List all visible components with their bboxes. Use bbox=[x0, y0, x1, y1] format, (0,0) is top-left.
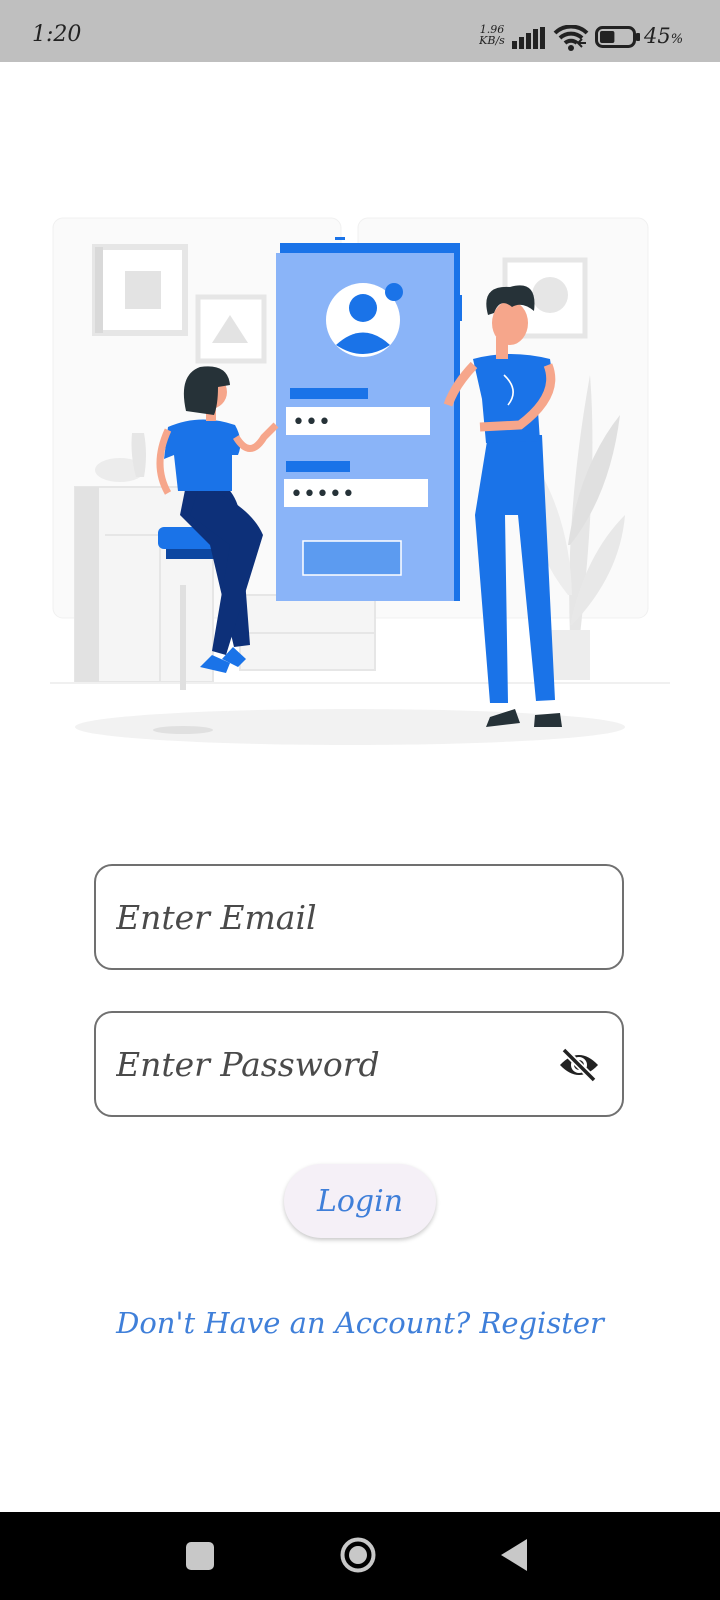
password-input[interactable] bbox=[116, 1013, 536, 1115]
illustration-password-dots: ••• bbox=[292, 410, 331, 435]
email-input[interactable] bbox=[116, 866, 536, 968]
illustration-password-dots-2: ••••• bbox=[290, 482, 355, 507]
recent-apps-icon[interactable] bbox=[186, 1542, 214, 1570]
status-time: 1:20 bbox=[32, 22, 82, 47]
network-speed: 1.96 KB/s bbox=[474, 24, 510, 46]
wifi-icon bbox=[553, 25, 589, 51]
password-field[interactable] bbox=[94, 1011, 624, 1117]
navigation-bar bbox=[0, 1512, 720, 1600]
login-screen: 1:20 1.96 KB/s 45% ••• ••••• Enter Email… bbox=[0, 0, 720, 1600]
home-icon[interactable] bbox=[339, 1536, 377, 1574]
login-illustration: ••• ••••• bbox=[50, 217, 670, 745]
battery-percent-unit: % bbox=[670, 32, 684, 47]
battery-percent: 45% bbox=[644, 24, 683, 48]
login-button[interactable]: Login bbox=[284, 1164, 436, 1238]
battery-icon bbox=[595, 26, 640, 48]
back-icon[interactable] bbox=[500, 1538, 528, 1572]
network-speed-unit: KB/s bbox=[479, 34, 505, 47]
battery-percent-value: 45 bbox=[644, 24, 671, 48]
register-link[interactable]: Don't Have an Account? Register bbox=[0, 1306, 720, 1340]
status-bar: 1:20 1.96 KB/s 45% bbox=[0, 0, 720, 62]
email-field[interactable] bbox=[94, 864, 624, 970]
eye-off-icon[interactable] bbox=[558, 1047, 600, 1083]
signal-icon bbox=[512, 27, 545, 49]
